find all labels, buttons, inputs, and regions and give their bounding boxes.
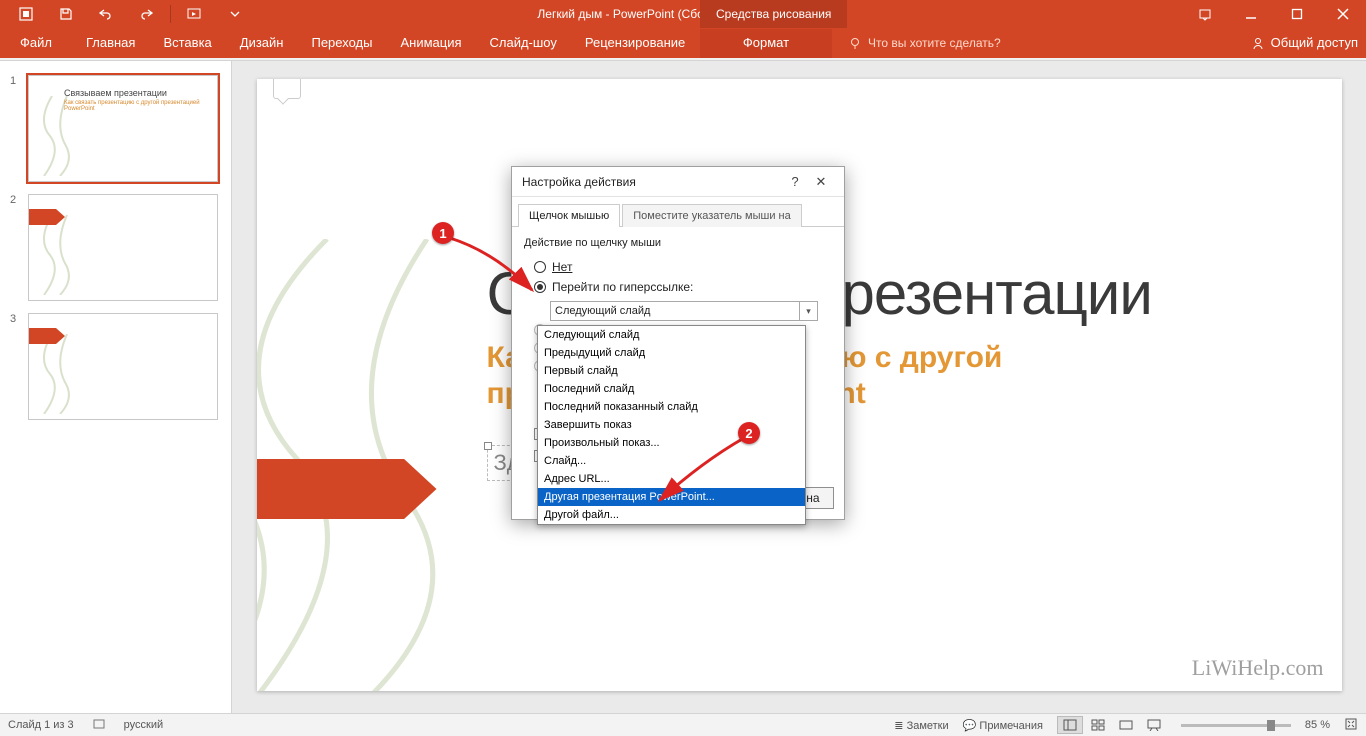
- tab-home[interactable]: Главная: [72, 29, 149, 58]
- thumb1-title: Связываем презентации: [64, 88, 167, 98]
- tab-file[interactable]: Файл: [6, 29, 66, 58]
- dropdown-item[interactable]: Последний слайд: [538, 380, 805, 398]
- view-buttons: [1057, 716, 1167, 734]
- thumb-number: 2: [10, 194, 20, 301]
- spellcheck-icon[interactable]: [92, 717, 106, 734]
- fit-to-window-icon[interactable]: [1344, 717, 1358, 734]
- combo-value: Следующий слайд: [555, 305, 650, 317]
- status-bar: Слайд 1 из 3 русский ≣ Заметки 💬 Примеча…: [0, 713, 1366, 736]
- qat-customize-icon[interactable]: [217, 2, 253, 26]
- thumb-number: 1: [10, 75, 20, 182]
- slide-arrow-shape[interactable]: [257, 459, 437, 519]
- minimize-icon[interactable]: [1228, 0, 1274, 28]
- dropdown-item[interactable]: Первый слайд: [538, 362, 805, 380]
- close-icon[interactable]: [1320, 0, 1366, 28]
- dialog-tab-click[interactable]: Щелчок мышью: [518, 204, 620, 227]
- radio-hyperlink[interactable]: Перейти по гиперссылке:: [524, 277, 832, 297]
- tell-me-search[interactable]: Что вы хотите сделать?: [848, 36, 1001, 58]
- annotation-badge-2: 2: [738, 422, 760, 444]
- thumb-preview: [28, 313, 218, 420]
- quick-access-toolbar: [0, 2, 253, 26]
- dropdown-item[interactable]: Другой файл...: [538, 506, 805, 524]
- chevron-down-icon[interactable]: ▾: [799, 302, 817, 320]
- comments-button[interactable]: 💬 Примечания: [963, 719, 1043, 732]
- share-label: Общий доступ: [1271, 35, 1358, 50]
- normal-view-icon[interactable]: [1057, 716, 1083, 734]
- dialog-tabs: Щелчок мышью Поместите указатель мыши на: [512, 197, 844, 227]
- tab-format[interactable]: Формат: [700, 29, 832, 58]
- maximize-icon[interactable]: [1274, 0, 1320, 28]
- slide-thumbnails-panel: 1 Связываем презентации Как связать през…: [0, 61, 232, 713]
- tab-animation[interactable]: Анимация: [386, 29, 475, 58]
- share-button[interactable]: Общий доступ: [1251, 35, 1358, 58]
- zoom-thumb[interactable]: [1267, 720, 1275, 731]
- ribbon-tabs: Файл Главная Вставка Дизайн Переходы Ани…: [0, 28, 1366, 58]
- status-language[interactable]: русский: [124, 719, 163, 731]
- dialog-tab-hover[interactable]: Поместите указатель мыши на: [622, 204, 802, 227]
- thumbnail-3[interactable]: 3: [0, 307, 231, 426]
- title-bar: Легкий дым - PowerPoint (Сбой активации …: [0, 0, 1366, 28]
- slideshow-view-icon[interactable]: [1141, 716, 1167, 734]
- dialog-help-icon[interactable]: ?: [782, 169, 808, 195]
- dialog-title: Настройка действия: [522, 175, 782, 189]
- redo-icon[interactable]: [128, 2, 164, 26]
- ribbon-display-icon[interactable]: [1182, 0, 1228, 28]
- save-icon[interactable]: [48, 2, 84, 26]
- notes-button[interactable]: ≣ Заметки: [894, 719, 948, 732]
- dropdown-item[interactable]: Предыдущий слайд: [538, 344, 805, 362]
- tab-review[interactable]: Рецензирование: [571, 29, 699, 58]
- dropdown-item[interactable]: Следующий слайд: [538, 326, 805, 344]
- status-slide-info: Слайд 1 из 3: [8, 719, 74, 731]
- thumb-preview: Связываем презентации Как связать презен…: [28, 75, 218, 182]
- office-logo-icon[interactable]: [8, 2, 44, 26]
- tab-transitions[interactable]: Переходы: [297, 29, 386, 58]
- comment-bubble-icon[interactable]: [273, 79, 301, 99]
- radio-none-label: Нет: [552, 260, 572, 274]
- share-icon: [1251, 36, 1265, 50]
- thumbnail-1[interactable]: 1 Связываем презентации Как связать през…: [0, 69, 231, 188]
- sorter-view-icon[interactable]: [1085, 716, 1111, 734]
- annotation-arrow-2: [652, 432, 752, 508]
- hyperlink-target-combo[interactable]: Следующий слайд ▾: [550, 301, 818, 321]
- thumbnail-2[interactable]: 2: [0, 188, 231, 307]
- contextual-tab-label: Средства рисования: [700, 0, 847, 28]
- zoom-slider[interactable]: [1181, 724, 1291, 727]
- lightbulb-icon: [848, 36, 862, 50]
- undo-icon[interactable]: [88, 2, 124, 26]
- zoom-level[interactable]: 85 %: [1305, 719, 1330, 731]
- dialog-titlebar[interactable]: Настройка действия ? ✕: [512, 167, 844, 197]
- tell-me-label: Что вы хотите сделать?: [868, 36, 1001, 50]
- thumb-number: 3: [10, 313, 20, 420]
- watermark: LiWiHelp.com: [1192, 655, 1324, 681]
- window-controls: [1182, 0, 1366, 28]
- tab-slideshow[interactable]: Слайд-шоу: [476, 29, 571, 58]
- annotation-arrow-1: [444, 232, 544, 302]
- thumb-preview: [28, 194, 218, 301]
- group-label: Действие по щелчку мыши: [524, 237, 832, 249]
- thumb1-sub: Как связать презентацию с другой презент…: [64, 100, 217, 112]
- annotation-badge-1: 1: [432, 222, 454, 244]
- start-from-beginning-icon[interactable]: [177, 2, 213, 26]
- radio-hyperlink-label: Перейти по гиперссылке:: [552, 280, 693, 294]
- dropdown-item[interactable]: Последний показанный слайд: [538, 398, 805, 416]
- tab-design[interactable]: Дизайн: [226, 29, 298, 58]
- dialog-close-icon[interactable]: ✕: [808, 169, 834, 195]
- radio-none[interactable]: Нет: [524, 257, 832, 277]
- tab-insert[interactable]: Вставка: [149, 29, 225, 58]
- reading-view-icon[interactable]: [1113, 716, 1139, 734]
